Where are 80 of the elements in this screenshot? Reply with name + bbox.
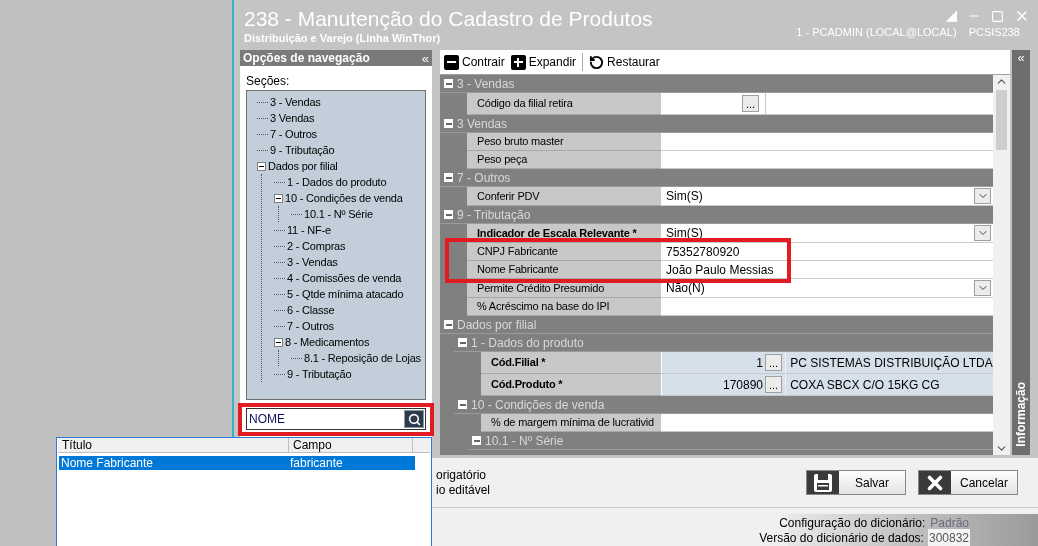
value-cell[interactable]: 75352780920 (662, 243, 993, 261)
tree-item[interactable]: 7 - Outros (270, 125, 317, 143)
tree-item[interactable]: 1 - Dados do produto (287, 173, 387, 191)
panel-title: Informação (1013, 382, 1029, 447)
status-label: Configuração do dicionário: (779, 514, 926, 532)
tree-item[interactable]: 8 - Medicamentos (285, 333, 370, 351)
save-button[interactable]: Salvar (806, 470, 906, 495)
tree-item[interactable]: 11 - NF-e (287, 221, 331, 239)
ellipsis-button[interactable]: ... (742, 95, 760, 112)
description-text: PC SISTEMAS DISTRIBUIÇÃO LTDA (785, 352, 993, 373)
tree-item[interactable]: Dados por filial (268, 157, 338, 175)
value-cell[interactable]: João Paulo Messias (662, 261, 993, 279)
window-subtitle: Distribuição e Varejo (Linha WinThor) (244, 32, 442, 45)
result-row[interactable]: Nome Fabricante fabricante (59, 456, 415, 470)
tree-item[interactable]: 3 - Vendas (270, 93, 321, 111)
code-value: 170890 (721, 376, 764, 394)
undo-arrow-icon (589, 54, 605, 70)
tree-item[interactable]: 8.1 - Reposição de Lojas (304, 349, 421, 367)
table-cell-text: fabricante (289, 456, 344, 470)
collapse-panel-button[interactable]: « (1017, 51, 1025, 64)
tree-item[interactable]: 3 - Vendas (287, 253, 338, 271)
tree-item[interactable]: 7 - Outros (287, 317, 334, 335)
panel-title: Opções de navegação (243, 50, 371, 67)
value-cell[interactable]: ... (662, 93, 993, 115)
group-label: Seções: (246, 74, 291, 88)
column-header[interactable]: Título (58, 438, 289, 452)
user-info: 1 - PCADMIN (LOCAL@LOCAL) (796, 26, 957, 39)
property-label: % de margem mínima de lucrativid (481, 414, 662, 432)
value-cell[interactable] (662, 151, 993, 169)
toolbar-button[interactable]: Restaurar (589, 53, 660, 71)
cancel-button[interactable]: Cancelar (918, 470, 1018, 495)
tree-item[interactable]: 3 Vendas (270, 109, 315, 127)
table-cell-text: Nome Fabricante (60, 456, 155, 470)
ellipsis-button[interactable]: ... (765, 354, 783, 371)
scroll-thumb[interactable] (996, 90, 1007, 150)
value-cell[interactable] (662, 298, 993, 316)
collapse-icon[interactable] (274, 337, 283, 347)
tree-item[interactable]: 10 - Condições de venda (285, 189, 403, 207)
property-label: Nome Fabricante (467, 261, 662, 279)
tree-item[interactable]: 5 - Qtde mínima atacado (287, 285, 404, 303)
tree-item[interactable]: 2 - Compras (287, 237, 346, 255)
column-header[interactable]: Campo (289, 438, 413, 452)
legend-text: io editável (436, 482, 492, 498)
property-label: Peso bruto master (467, 133, 662, 151)
scrollbar[interactable] (993, 75, 1010, 455)
description-text: COXA SBCX C/O 15KG CG (785, 374, 940, 395)
property-label: Conferir PDV (467, 187, 662, 206)
status-value: 300832 (927, 528, 970, 546)
tree-item[interactable]: 4 - Comissões de venda (287, 269, 402, 287)
tree-item[interactable]: 6 - Classe (287, 301, 335, 319)
value-text: 75352780920 (665, 243, 740, 261)
value-cell[interactable]: 170890 ... COXA SBCX C/O 15KG CG (662, 374, 993, 396)
collapse-panel-button[interactable]: « (421, 51, 429, 65)
window-title: 238 - Manutenção do Cadastro de Produtos (244, 6, 653, 32)
status-label: Versão do dicionário de dados: (759, 530, 924, 546)
value-cell[interactable]: 1 ... PC SISTEMAS DISTRIBUIÇÃO LTDA (662, 352, 993, 374)
property-label: Cód.Produto * (481, 374, 662, 396)
collapse-icon[interactable] (274, 193, 283, 203)
program-code: PCSIS238 (968, 26, 1020, 39)
legend-text: origatório (436, 467, 488, 483)
code-value: 1 (755, 354, 764, 372)
search-field[interactable]: NOME (246, 408, 426, 430)
ellipsis-button[interactable]: ... (765, 376, 783, 393)
collapse-icon[interactable] (257, 161, 266, 171)
plus-icon (510, 54, 526, 70)
property-label: CNPJ Fabricante (467, 243, 662, 261)
tree-item[interactable]: 10.1 - Nº Série (304, 205, 373, 223)
minus-icon (444, 54, 459, 70)
property-label: Peso peça (467, 151, 662, 169)
tree-item[interactable]: 9 - Tributação (270, 141, 335, 159)
property-label: Código da filial retira (467, 93, 662, 115)
value-cell[interactable] (662, 414, 993, 432)
toolbar-button[interactable]: Contrair (444, 53, 505, 71)
property-label: % Acréscimo na base do IPI (467, 298, 662, 316)
tree-item[interactable]: 9 - Tributação (287, 365, 352, 383)
value-text: João Paulo Messias (665, 261, 774, 279)
value-cell[interactable] (662, 133, 993, 151)
property-label: Cód.Filial * (481, 352, 662, 374)
search-icon[interactable] (404, 410, 424, 428)
toolbar-button[interactable]: Expandir (510, 53, 577, 71)
